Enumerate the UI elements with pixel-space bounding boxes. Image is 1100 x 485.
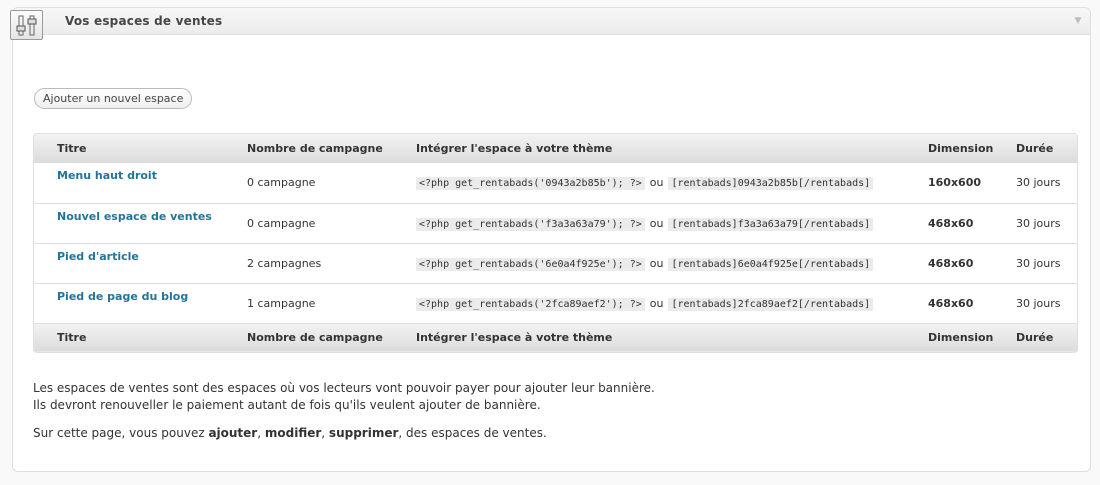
table-header-row: Titre Nombre de campagne Intégrer l'espa… (34, 134, 1077, 163)
triangle-down-icon[interactable]: ▼ (1072, 15, 1084, 27)
space-title-link[interactable]: Pied d'article (57, 250, 139, 263)
sliders-icon (10, 10, 43, 40)
table-footer-row: Titre Nombre de campagne Intégrer l'espa… (34, 323, 1077, 352)
shortcode-snippet[interactable]: [rentabads]2fca89aef2[/rentabads] (668, 297, 874, 311)
space-title-link[interactable]: Pied de page du blog (57, 290, 188, 303)
or-label: ou (649, 216, 664, 230)
space-dimension: 468x60 (928, 203, 1016, 244)
table-row: Nouvel espace de ventes 0 campagne <?php… (34, 203, 1077, 244)
space-title-link[interactable]: Menu haut droit (57, 169, 157, 182)
column-footer-duration: Durée (1016, 323, 1077, 352)
space-duration: 30 jours (1016, 163, 1077, 204)
info-prefix: Sur cette page, vous pouvez (33, 426, 209, 440)
space-dimension: 468x60 (928, 243, 1016, 284)
info-sep1: , (257, 426, 265, 440)
space-dimension: 468x60 (928, 283, 1016, 324)
php-snippet[interactable]: <?php get_rentabads('0943a2b85b'); ?> (416, 177, 645, 191)
campaign-count: 2 campagnes (247, 243, 416, 284)
space-duration: 30 jours (1016, 243, 1077, 284)
column-header-dimension: Dimension (928, 134, 1016, 163)
php-snippet[interactable]: <?php get_rentabads('6e0a4f925e'); ?> (416, 257, 645, 271)
info-delete-keyword: supprimer (328, 426, 399, 440)
campaign-count: 1 campagne (247, 283, 416, 324)
info-sep2: , (321, 426, 329, 440)
or-label: ou (649, 256, 664, 270)
info-edit-keyword: modifier (264, 426, 322, 440)
info-text-line2: Ils devront renouveller le paiement auta… (33, 398, 541, 412)
add-new-space-button[interactable]: Ajouter un nouvel espace (34, 88, 193, 109)
shortcode-snippet[interactable]: [rentabads]f3a3a63a79[/rentabads] (668, 217, 874, 231)
info-add-keyword: ajouter (208, 426, 258, 440)
or-label: ou (649, 176, 664, 190)
info-text-line1: Les espaces de ventes sont des espaces o… (33, 381, 655, 395)
php-snippet[interactable]: <?php get_rentabads('2fca89aef2'); ?> (416, 297, 645, 311)
sales-spaces-widget: Vos espaces de ventes ▼ Ajouter un nouve… (12, 7, 1091, 472)
table-row: Pied de page du blog 1 campagne <?php ge… (34, 283, 1077, 324)
space-duration: 30 jours (1016, 283, 1077, 324)
column-footer-dimension: Dimension (928, 323, 1016, 352)
campaign-count: 0 campagne (247, 203, 416, 244)
column-header-count: Nombre de campagne (247, 134, 416, 163)
php-snippet[interactable]: <?php get_rentabads('f3a3a63a79'); ?> (416, 217, 645, 231)
space-title-link[interactable]: Nouvel espace de ventes (57, 210, 212, 223)
column-footer-integration: Intégrer l'espace à votre thème (416, 323, 928, 352)
space-duration: 30 jours (1016, 203, 1077, 244)
widget-title: Vos espaces de ventes (65, 14, 223, 28)
widget-header[interactable]: Vos espaces de ventes ▼ (13, 8, 1090, 35)
column-header-integration: Intégrer l'espace à votre thème (416, 134, 928, 163)
space-dimension: 160x600 (928, 163, 1016, 204)
info-suffix: , des espaces de ventes. (398, 426, 547, 440)
table-row: Menu haut droit 0 campagne <?php get_ren… (34, 163, 1077, 204)
column-footer-title[interactable]: Titre (34, 323, 247, 352)
column-footer-count: Nombre de campagne (247, 323, 416, 352)
column-header-duration: Durée (1016, 134, 1077, 163)
table-row: Pied d'article 2 campagnes <?php get_ren… (34, 243, 1077, 284)
column-header-title[interactable]: Titre (34, 134, 247, 163)
shortcode-snippet[interactable]: [rentabads]0943a2b85b[/rentabads] (668, 177, 874, 191)
info-text-line3: Sur cette page, vous pouvez ajouter, mod… (33, 425, 547, 442)
or-label: ou (649, 296, 664, 310)
shortcode-snippet[interactable]: [rentabads]6e0a4f925e[/rentabads] (668, 257, 874, 271)
sales-spaces-table: Titre Nombre de campagne Intégrer l'espa… (33, 133, 1078, 353)
campaign-count: 0 campagne (247, 163, 416, 204)
